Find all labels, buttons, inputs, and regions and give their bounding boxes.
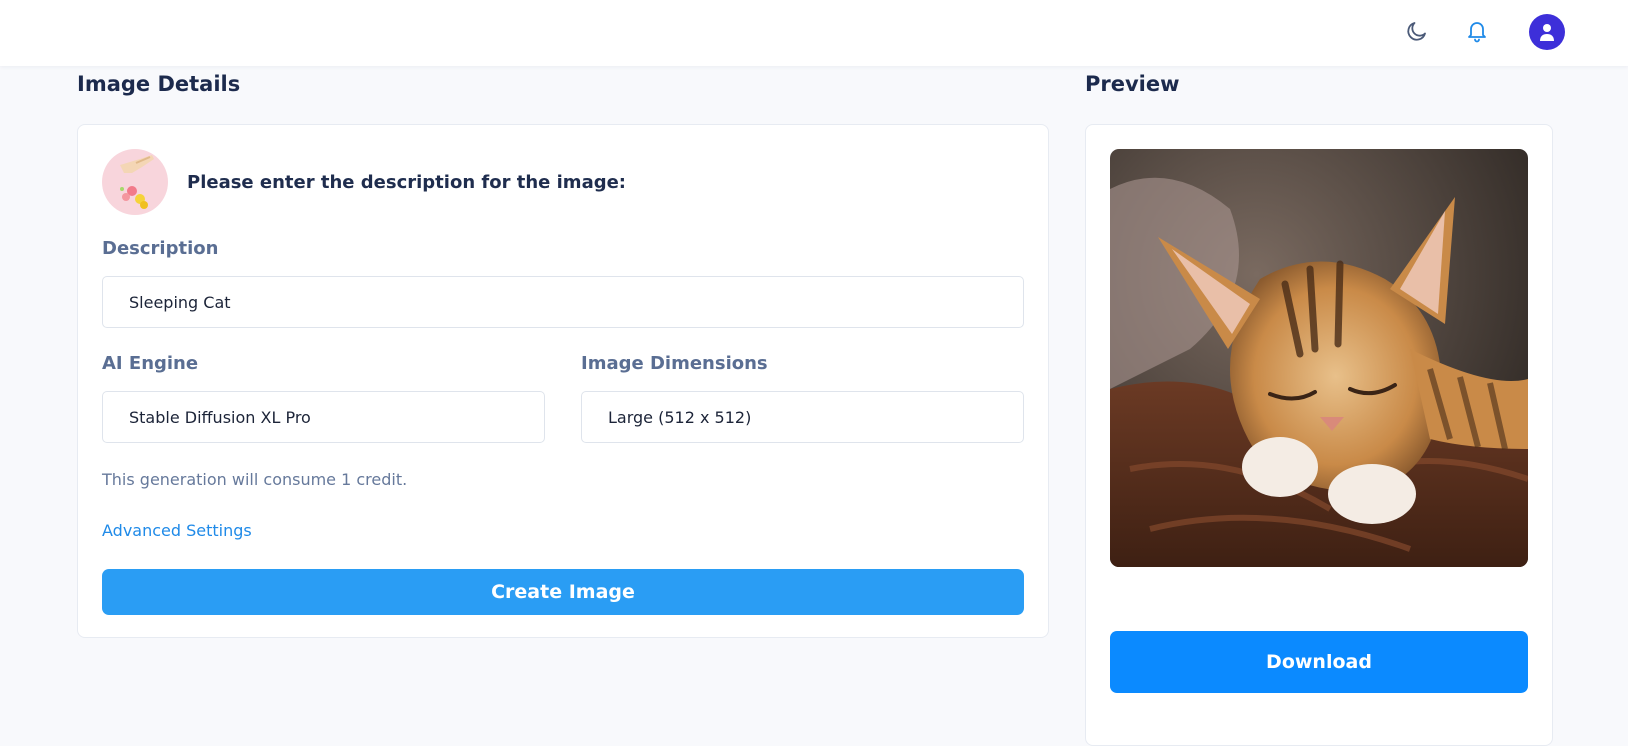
image-details-title: Image Details xyxy=(77,72,241,96)
bell-icon[interactable] xyxy=(1462,16,1492,46)
description-label: Description xyxy=(102,238,219,259)
image-dimensions-select[interactable]: Large (512 x 512) xyxy=(581,391,1024,443)
preview-title: Preview xyxy=(1085,72,1180,96)
user-icon xyxy=(1540,24,1554,41)
advanced-settings-link[interactable]: Advanced Settings xyxy=(102,521,252,540)
preview-image xyxy=(1110,149,1528,567)
moon-icon[interactable] xyxy=(1402,16,1432,46)
image-details-card: Please enter the description for the ima… xyxy=(77,124,1049,638)
description-input[interactable]: Sleeping Cat xyxy=(102,276,1024,328)
illustration-icon xyxy=(102,149,168,215)
ai-engine-label: AI Engine xyxy=(102,353,199,374)
image-dimensions-label: Image Dimensions xyxy=(581,353,768,374)
preview-card: Download xyxy=(1085,124,1553,746)
download-button[interactable]: Download xyxy=(1110,631,1528,693)
prompt-text: Please enter the description for the ima… xyxy=(187,171,627,193)
description-value: Sleeping Cat xyxy=(129,292,231,312)
image-dimensions-value: Large (512 x 512) xyxy=(608,407,752,427)
prompt-header: Please enter the description for the ima… xyxy=(102,149,626,215)
create-image-button[interactable]: Create Image xyxy=(102,569,1024,615)
credit-note: This generation will consume 1 credit. xyxy=(102,470,408,489)
top-bar xyxy=(0,0,1628,66)
ai-engine-value: Stable Diffusion XL Pro xyxy=(129,407,311,427)
avatar[interactable] xyxy=(1529,14,1565,50)
ai-engine-select[interactable]: Stable Diffusion XL Pro xyxy=(102,391,545,443)
